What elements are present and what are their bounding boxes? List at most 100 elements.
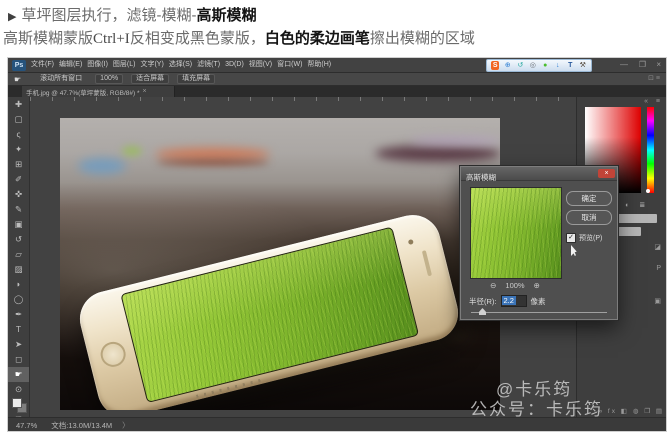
hue-slider[interactable]	[647, 107, 654, 193]
marquee-tool[interactable]: ▢	[8, 112, 29, 127]
tutorial-line1-text: 草坪图层执行，滤镜-模糊-	[21, 7, 196, 24]
crop-tool[interactable]: ⊞	[8, 157, 29, 172]
menu-file[interactable]: 文件(F)	[31, 58, 54, 72]
photoshop-window: Ps 文件(F) 编辑(E) 图像(I) 图层(L) 文字(Y) 选择(S) 滤…	[8, 58, 666, 431]
hue-slider-handle[interactable]	[646, 189, 650, 193]
menu-filter[interactable]: 滤镜(T)	[197, 58, 220, 72]
menu-3d[interactable]: 3D(D)	[225, 58, 244, 72]
menu-help[interactable]: 帮助(H)	[307, 58, 331, 72]
radius-slider-handle[interactable]	[479, 308, 486, 315]
radius-unit: 像素	[531, 296, 546, 307]
properties-icon[interactable]: P	[656, 265, 661, 272]
dialog-close-button[interactable]: ×	[598, 169, 615, 178]
preview-zoom-level: 100%	[505, 281, 524, 290]
foreground-color-swatch[interactable]	[12, 398, 22, 408]
close-button[interactable]: ×	[656, 58, 661, 71]
zoom-in-icon[interactable]: ⊕	[534, 281, 540, 290]
clone-stamp-tool[interactable]: ▣	[8, 217, 29, 232]
menu-edit[interactable]: 编辑(E)	[59, 58, 82, 72]
radius-slider[interactable]	[471, 312, 607, 313]
menu-window[interactable]: 窗口(W)	[277, 58, 302, 72]
bullet-arrow-icon: ▶	[8, 11, 16, 23]
bokeh-blue	[78, 158, 126, 174]
fit-screen-button[interactable]: 适合屏幕	[131, 74, 169, 84]
zoom-100-button[interactable]: 100%	[95, 74, 123, 84]
tutorial-line2-mid: 反相变成黑色蒙版，	[130, 30, 265, 47]
overlay-download-icon[interactable]: ↓	[554, 61, 562, 70]
document-tab[interactable]: 手机.jpg @ 47.7%(草坪蒙版, RGB/8#) * ×	[22, 86, 175, 97]
tutorial-page: ▶草坪图层执行，滤镜-模糊-高斯模糊 高斯模糊蒙版Ctrl+I反相变成黑色蒙版，…	[0, 0, 672, 433]
pen-tool[interactable]: ✒	[8, 307, 29, 322]
history-brush-tool[interactable]: ↺	[8, 232, 29, 247]
blur-tool[interactable]: ◗	[8, 277, 29, 292]
menu-image[interactable]: 图像(I)	[87, 58, 108, 72]
menu-type[interactable]: 文字(Y)	[140, 58, 163, 72]
mouse-cursor-icon	[571, 245, 579, 256]
tools-panel: ✚ ▢ ς ✦ ⊞ ✐ ✜ ✎ ▣ ↺ ▱ ▨ ◗ ◯ ✒ T ➤ ◻ ☛ ⊙ …	[8, 97, 30, 417]
bokeh-salmon-shadow	[157, 160, 269, 165]
radius-input[interactable]: 2.2	[501, 295, 527, 307]
dodge-tool[interactable]: ◯	[8, 292, 29, 307]
gaussian-blur-dialog[interactable]: 高斯模糊 × 确定 取消 ✓ 预览(P) ⊖ 100% ⊕ 半径(R): 2.2…	[460, 166, 618, 320]
shape-tool[interactable]: ◻	[8, 352, 29, 367]
radius-value-selected: 2.2	[502, 296, 516, 305]
zoom-tool[interactable]: ⊙	[8, 382, 29, 397]
overlay-text-icon[interactable]: T	[566, 61, 574, 70]
eyedropper-tool[interactable]: ✐	[8, 172, 29, 187]
healing-brush-tool[interactable]: ✜	[8, 187, 29, 202]
type-tool[interactable]: T	[8, 322, 29, 337]
path-select-tool[interactable]: ➤	[8, 337, 29, 352]
overlay-crosshair-icon[interactable]: ⊕	[504, 61, 512, 70]
tutorial-line2-shortcut: Ctrl+I	[93, 31, 130, 47]
menu-view[interactable]: 视图(V)	[249, 58, 272, 72]
lasso-tool[interactable]: ς	[8, 127, 29, 142]
phone-camera-dot	[408, 239, 414, 245]
tutorial-line1-bold: 高斯模糊	[196, 7, 256, 24]
menu-layer[interactable]: 图层(L)	[113, 58, 136, 72]
preview-checkbox-row[interactable]: ✓ 预览(P)	[566, 233, 602, 243]
gradient-tool[interactable]: ▨	[8, 262, 29, 277]
dialog-title-bar[interactable]: 高斯模糊 ×	[461, 167, 617, 181]
radius-row: 半径(R): 2.2 像素	[469, 295, 546, 307]
adjustment-icon[interactable]: ◪	[654, 243, 661, 251]
preview-checkbox[interactable]: ✓	[566, 233, 576, 243]
layers-icon[interactable]: ▣	[654, 297, 661, 305]
phone-earpiece	[422, 250, 432, 276]
tab-close-icon[interactable]: ×	[143, 88, 147, 95]
restore-button[interactable]: ❐	[639, 58, 646, 71]
watermark-line2: 公众号：卡乐筠	[470, 395, 603, 420]
move-tool[interactable]: ✚	[8, 97, 29, 112]
cancel-button[interactable]: 取消	[566, 210, 612, 225]
quick-select-tool[interactable]: ✦	[8, 142, 29, 157]
tutorial-line2-bold: 白色的柔边画笔	[265, 30, 370, 47]
layers-footer-icons[interactable]: ∞ fx ◧ ◍ ❐ ▤	[597, 407, 664, 415]
overlay-undo-icon[interactable]: ↺	[516, 61, 524, 70]
status-zoom-level[interactable]: 47.7%	[16, 421, 37, 430]
overlay-wechat-icon[interactable]: ●	[541, 61, 549, 70]
phone-mockup	[74, 209, 464, 410]
menu-bar: Ps 文件(F) 编辑(E) 图像(I) 图层(L) 文字(Y) 选择(S) 滤…	[8, 58, 666, 73]
brush-tool[interactable]: ✎	[8, 202, 29, 217]
eraser-tool[interactable]: ▱	[8, 247, 29, 262]
blur-preview-image[interactable]	[470, 187, 562, 279]
workspace-icons[interactable]: ⊡ ≡	[648, 74, 660, 82]
dialog-title: 高斯模糊	[466, 173, 496, 182]
capture-tool-overlay: S ⊕ ↺ ◎ ● ↓ T ⚒	[486, 59, 592, 72]
scroll-all-windows-checkbox[interactable]: 滚动所有窗口	[35, 74, 87, 84]
overlay-record-icon[interactable]: ◎	[529, 61, 537, 70]
status-arrow-icon[interactable]: 〉	[122, 420, 130, 431]
photoshop-logo-icon: Ps	[12, 60, 26, 71]
tutorial-line-2: 高斯模糊蒙版Ctrl+I反相变成黑色蒙版，白色的柔边画笔擦出模糊的区域	[3, 29, 475, 49]
overlay-s-logo-icon[interactable]: S	[491, 61, 499, 70]
zoom-out-icon[interactable]: ⊖	[490, 281, 496, 290]
overlay-tools-icon[interactable]: ⚒	[579, 61, 587, 70]
hand-tool[interactable]: ☛	[8, 367, 29, 382]
minimize-button[interactable]: —	[620, 58, 628, 71]
fill-screen-button[interactable]: 填充屏幕	[177, 74, 215, 84]
document-tab-bar: 手机.jpg @ 47.7%(草坪蒙版, RGB/8#) * ×	[8, 86, 666, 97]
bokeh-lavender	[410, 137, 500, 145]
menu-select[interactable]: 选择(S)	[169, 58, 192, 72]
panel-collapse-icons[interactable]: « ≡	[644, 98, 663, 105]
ruler	[30, 97, 576, 101]
ok-button[interactable]: 确定	[566, 191, 612, 206]
